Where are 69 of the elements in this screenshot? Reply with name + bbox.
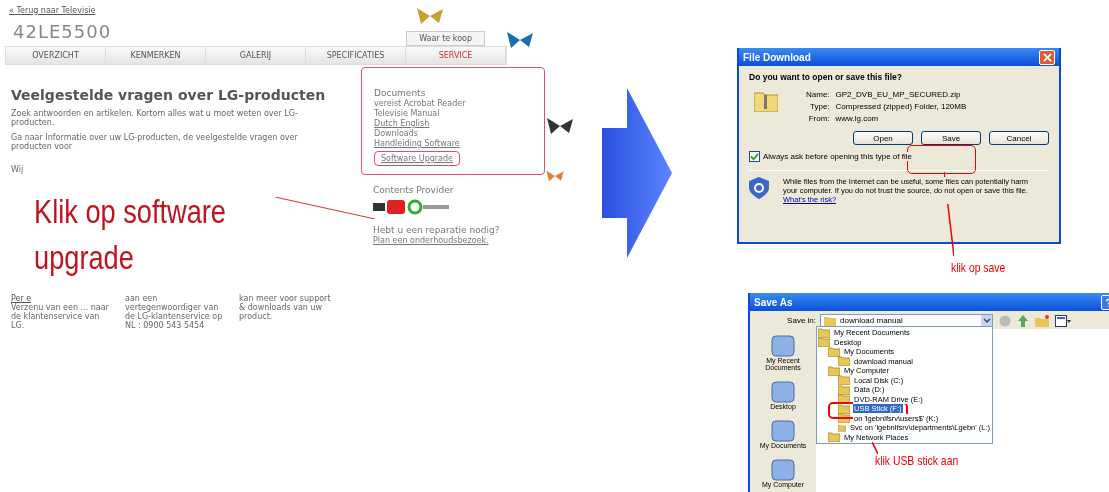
page-heading: Veelgestelde vragen over LG-producten xyxy=(11,87,327,103)
checkbox-label: Always ask before opening this type of file xyxy=(763,152,912,161)
field-label: From: xyxy=(807,114,830,123)
dialog-button[interactable]: Cancel xyxy=(989,131,1049,145)
place-icon xyxy=(771,459,795,481)
view-menu-icon[interactable] xyxy=(1055,314,1071,327)
window-title: Save As xyxy=(754,296,793,308)
repair-link[interactable]: Plan een onderhoudsbezoek. xyxy=(373,236,489,245)
software-link[interactable]: Handleiding Software xyxy=(374,139,460,148)
manual-text: Televisie Manual xyxy=(374,109,440,118)
where-to-buy-dropdown[interactable]: Waar te koop xyxy=(406,31,485,46)
place-icon xyxy=(771,420,795,442)
annotation-text: klik op save xyxy=(951,260,1006,275)
software-upgrade-link[interactable]: Software Upgrade xyxy=(374,151,460,166)
nav-tab[interactable]: SPECIFICATIES xyxy=(306,47,406,64)
contact-link[interactable]: Per e xyxy=(11,294,111,303)
folder-icon xyxy=(828,365,840,376)
close-icon xyxy=(1042,52,1052,62)
field-value: GP2_DVB_EU_MP_SECURED.zip xyxy=(835,90,962,99)
new-folder-icon[interactable] xyxy=(1035,314,1049,327)
folder-icon xyxy=(838,356,850,367)
butterfly-drawing xyxy=(415,6,445,26)
column-text: Verzenu van een ... naar de klantenservice van LG. xyxy=(11,303,110,330)
leader-line xyxy=(872,442,878,454)
dialog-button[interactable]: Save xyxy=(921,131,981,145)
dialog-question: Do you want to open or save this file? xyxy=(749,72,904,82)
field-value: Compressed (zipped) Folder, 120MB xyxy=(835,102,967,111)
chevron-down-icon xyxy=(982,317,991,324)
nav-tab[interactable]: GALERIJ xyxy=(206,47,306,64)
right-arrow-icon xyxy=(602,88,672,258)
annotation-text: klik USB stick aan xyxy=(875,453,959,468)
save-in-label: Save in: xyxy=(786,316,816,325)
model-title: 42LE5500 xyxy=(13,21,112,42)
field-label: Type: xyxy=(809,102,830,111)
documents-note: vereist Acrobat Reader xyxy=(374,99,466,108)
folder-icon xyxy=(828,346,840,357)
intro-text: Zoek antwoorden en artikelen. Kortom alles wat u moet weten over LG-producten. xyxy=(11,109,299,127)
place-icon xyxy=(771,335,795,357)
goto-text: Ga naar Informatie over uw LG-producten, de veelgestelde vragen over producten voor xyxy=(11,133,299,151)
nav-tab[interactable]: OVERZICHT xyxy=(6,47,106,64)
window-title: File Download xyxy=(743,51,811,63)
checkbox[interactable] xyxy=(749,151,760,162)
zip-folder-icon xyxy=(754,90,778,112)
place-icon xyxy=(771,381,795,403)
column-text: kan meer voor support & downloads van uw product. xyxy=(239,294,332,321)
section-title: Hebt u een reparatie nodig? xyxy=(373,225,500,235)
up-folder-icon[interactable] xyxy=(1017,314,1029,327)
annotation-text: Klik op software upgrade xyxy=(34,191,227,278)
folder-icon xyxy=(838,375,850,386)
back-link[interactable]: « Terug naar Televisie xyxy=(9,6,96,15)
column-text: aan een vertegenwoordiger van de LG-klantenservice op NL : 0900 543 5454 xyxy=(125,294,224,330)
folder-icon xyxy=(838,403,850,414)
close-button[interactable] xyxy=(1039,49,1055,65)
downloads-text: Downloads xyxy=(374,129,418,138)
butterfly-drawing xyxy=(545,116,575,136)
nav-tab[interactable]: KENMERKEN xyxy=(106,47,206,64)
dialog-button[interactable]: Open xyxy=(853,131,913,145)
section-title: Contents Provider xyxy=(373,185,454,195)
butterfly-drawing xyxy=(505,30,535,50)
nav-tab[interactable]: SERVICE xyxy=(406,47,506,64)
folder-icon xyxy=(838,394,850,405)
folder-icon xyxy=(818,337,830,348)
cut-text: Wij xyxy=(11,165,25,174)
folder-icon xyxy=(838,384,850,395)
language-link[interactable]: Dutch English xyxy=(374,119,430,128)
dropdown-button[interactable] xyxy=(981,315,992,326)
section-title: Documents xyxy=(374,88,426,98)
field-label: Name: xyxy=(806,90,830,99)
field-value: www.lg.com xyxy=(835,114,880,123)
